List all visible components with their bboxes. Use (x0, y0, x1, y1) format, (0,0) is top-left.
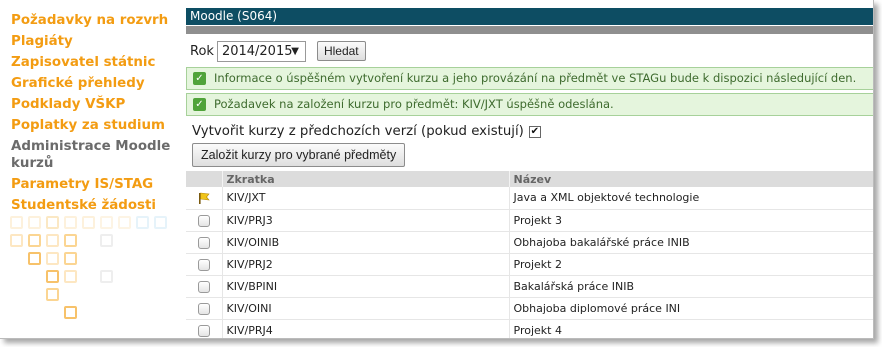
header-zkratka[interactable]: Zkratka (222, 171, 510, 187)
panel-title: Moodle (S064) (186, 8, 873, 25)
sidebar-item-poplatky-za-studium[interactable]: Poplatky za studium (11, 115, 178, 136)
header-select (186, 171, 223, 187)
sidebar-item-podklady-vskp[interactable]: Podklady VŠKP (11, 94, 178, 115)
search-button[interactable]: Hledat (316, 41, 366, 61)
toolbar-strip (186, 26, 873, 34)
sidebar-item-parametry-is-stag[interactable]: Parametry IS/STAG (11, 174, 178, 195)
sidebar-item-plagiaty[interactable]: Plagiáty (11, 31, 178, 52)
year-label: Rok (190, 43, 214, 59)
table-row: KIV/BPINI Bakalářská práce INIB (186, 275, 873, 298)
course-name: Projekt 2 (509, 253, 873, 276)
app-window: Požadavky na rozvrh Plagiáty Zapisovatel… (0, 0, 874, 339)
year-select[interactable]: 2014/2015 ▼ (216, 40, 306, 62)
sidebar-item-graficke-prehledy[interactable]: Grafické přehledy (11, 73, 178, 94)
course-name: Obhajoba diplomové práce INI (509, 297, 873, 320)
row-checkbox[interactable] (197, 236, 210, 249)
sidebar: Požadavky na rozvrh Plagiáty Zapisovatel… (0, 0, 178, 338)
filter-bar: Rok 2014/2015 ▼ Hledat (186, 38, 873, 64)
course-code: KIV/BPINI (222, 275, 510, 298)
success-message-request: ✓ Požadavek na založení kurzu pro předmě… (186, 93, 873, 116)
create-from-previous-checkbox[interactable]: ✔ (528, 125, 541, 138)
message-text: Informace o úspěšném vytvoření kurzu a j… (214, 71, 857, 85)
course-code: KIV/OINIB (222, 231, 510, 254)
course-code: KIV/PRJ2 (222, 253, 510, 276)
sidebar-nav: Požadavky na rozvrh Plagiáty Zapisovatel… (0, 0, 178, 216)
course-name: Obhajoba bakalářské práce INIB (509, 231, 873, 254)
row-checkbox[interactable] (197, 324, 210, 337)
row-checkbox[interactable] (197, 258, 210, 271)
course-name: Projekt 3 (509, 209, 873, 232)
main-panel: Moodle (S064) Rok 2014/2015 ▼ Hledat ✓ I… (186, 8, 873, 338)
flag-icon (198, 192, 210, 204)
table-row: KIV/OINI Obhajoba diplomové práce INI (186, 297, 873, 320)
course-code: KIV/PRJ3 (222, 209, 510, 232)
check-icon: ✓ (193, 98, 206, 111)
course-code: KIV/OINI (222, 297, 510, 320)
message-text: Požadavek na založení kurzu pro předmět:… (214, 97, 614, 111)
courses-table: Zkratka Název KIV/JXT Java a XML objekto… (186, 171, 873, 338)
table-row: KIV/PRJ3 Projekt 3 (186, 209, 873, 232)
success-message-info: ✓ Informace o úspěšném vytvoření kurzu a… (186, 67, 873, 90)
table-header-row: Zkratka Název (186, 171, 873, 187)
create-from-previous-row: Vytvořit kurzy z předchozích verzí (poku… (186, 124, 873, 139)
table-row: KIV/OINIB Obhajoba bakalářské práce INIB (186, 231, 873, 254)
check-icon: ✓ (193, 72, 206, 85)
course-name: Bakalářská práce INIB (509, 275, 873, 298)
sidebar-item-pozadavky-na-rozvrh[interactable]: Požadavky na rozvrh (11, 10, 178, 31)
header-nazev[interactable]: Název (509, 171, 873, 187)
course-name: Java a XML objektové technologie (509, 187, 873, 210)
table-row: KIV/PRJ4 Projekt 4 (186, 319, 873, 338)
row-checkbox[interactable] (197, 214, 210, 227)
course-name: Projekt 4 (509, 319, 873, 338)
course-code: KIV/JXT (222, 187, 510, 210)
sidebar-item-label: Administrace Moodle kurzů (11, 139, 171, 171)
table-row: KIV/JXT Java a XML objektové technologie (186, 187, 873, 210)
sidebar-item-administrace-moodle-kurzu[interactable]: Administrace Moodle kurzů (11, 136, 178, 174)
create-courses-button[interactable]: Založit kurzy pro vybrané předměty (192, 143, 406, 167)
year-select-value: 2014/2015 (221, 43, 293, 59)
create-from-previous-label: Vytvořit kurzy z předchozích verzí (poku… (192, 124, 524, 139)
sidebar-item-studentske-zadosti[interactable]: Studentské žádosti (11, 195, 178, 216)
sidebar-item-zapisovatel-statnic[interactable]: Zapisovatel státnic (11, 52, 178, 73)
row-checkbox[interactable] (197, 280, 210, 293)
row-checkbox[interactable] (197, 302, 210, 315)
table-row: KIV/PRJ2 Projekt 2 (186, 253, 873, 276)
chevron-down-icon: ▼ (291, 45, 299, 57)
course-code: KIV/PRJ4 (222, 319, 510, 338)
